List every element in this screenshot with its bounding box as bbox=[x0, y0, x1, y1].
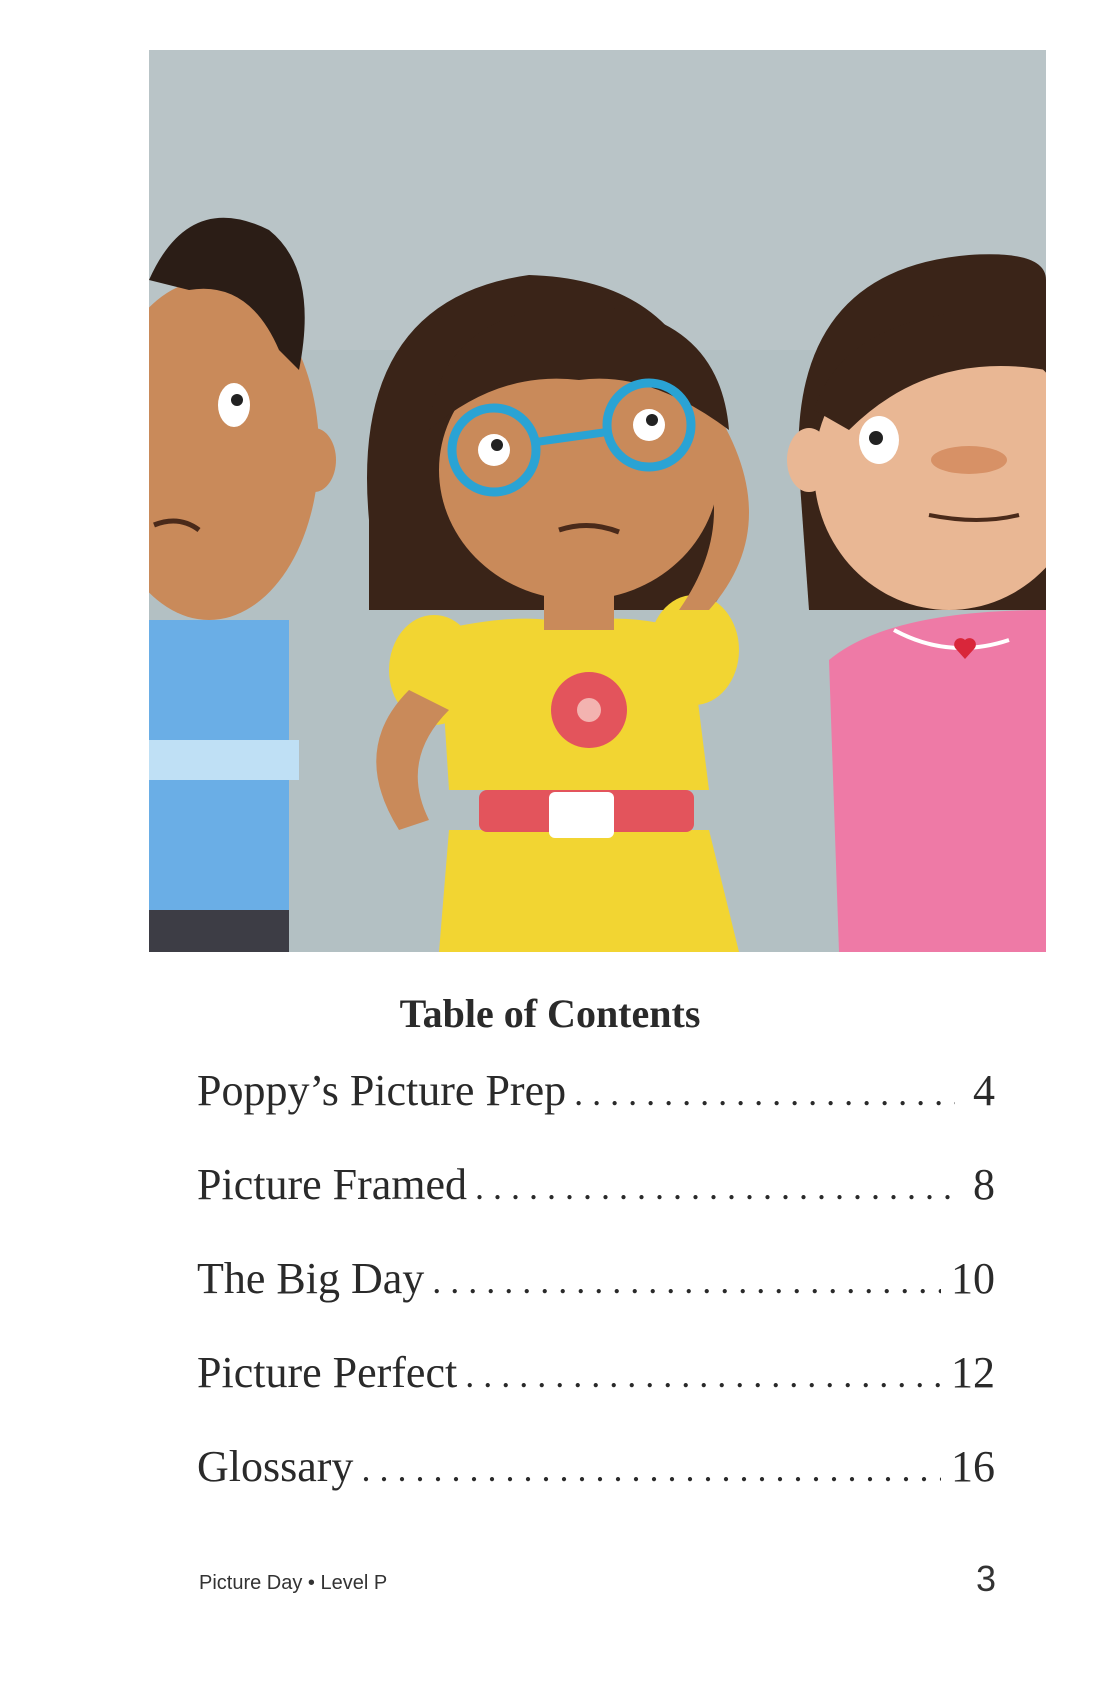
toc-title: Table of Contents bbox=[399, 991, 701, 1036]
illustration-three-kids bbox=[149, 50, 1046, 952]
toc-entry-label: Poppy’s Picture Prep bbox=[197, 1066, 567, 1115]
toc-entry[interactable]: Picture Framed .........................… bbox=[197, 1159, 995, 1253]
toc-entry-label: Glossary bbox=[197, 1442, 354, 1491]
toc-dot-leader: ........................................… bbox=[361, 1449, 941, 1489]
toc-entry-page: 12 bbox=[951, 1348, 995, 1397]
toc-entry[interactable]: Poppy’s Picture Prep ...................… bbox=[197, 1065, 995, 1159]
toc-dot-leader: ........................................… bbox=[432, 1261, 941, 1301]
toc-entry[interactable]: The Big Day ............................… bbox=[197, 1253, 995, 1347]
cover-illustration bbox=[149, 50, 1046, 952]
toc-entry-label: Picture Perfect bbox=[197, 1348, 458, 1397]
toc-dot-leader: ........................................… bbox=[475, 1167, 955, 1207]
footer-page-number: 3 bbox=[975, 1558, 996, 1599]
toc-entry-label: Picture Framed bbox=[197, 1160, 468, 1209]
toc-dot-leader: ........................................… bbox=[574, 1073, 955, 1113]
toc-entry-label: The Big Day bbox=[197, 1254, 425, 1303]
toc-entry[interactable]: Glossary ...............................… bbox=[197, 1441, 995, 1535]
footer-book-info: Picture Day • Level P bbox=[199, 1572, 388, 1594]
toc-entry[interactable]: Picture Perfect ........................… bbox=[197, 1347, 995, 1441]
toc-entry-page: 16 bbox=[951, 1442, 995, 1491]
toc-dot-leader: ........................................… bbox=[465, 1355, 941, 1395]
toc-entry-page: 4 bbox=[973, 1066, 995, 1115]
toc-list: Poppy’s Picture Prep ...................… bbox=[197, 1065, 995, 1535]
toc-entry-page: 8 bbox=[973, 1160, 995, 1209]
toc-entry-page: 10 bbox=[951, 1254, 995, 1303]
